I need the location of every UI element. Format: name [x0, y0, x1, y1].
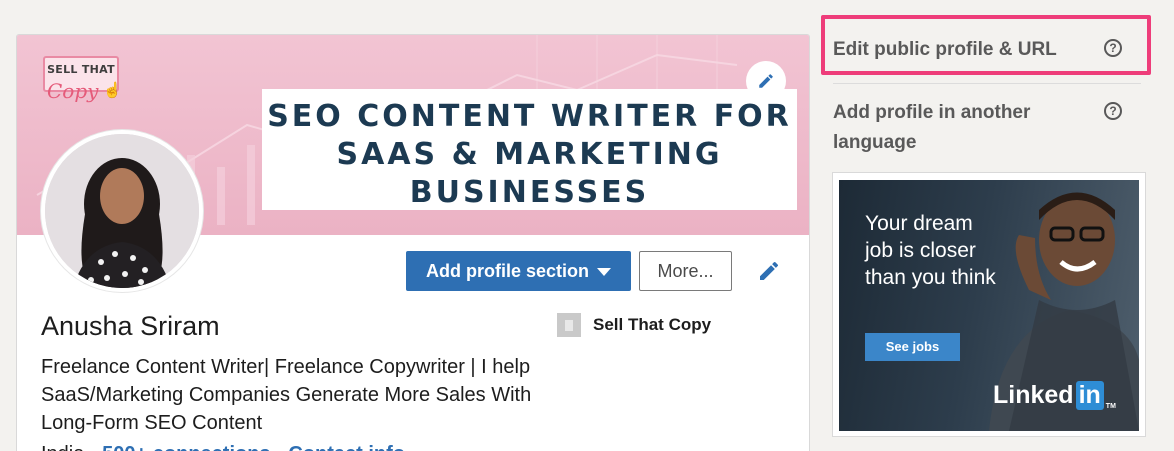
- edit-banner-button[interactable]: [746, 61, 786, 101]
- banner-headline-line: SAAS & MARKETING: [336, 137, 723, 172]
- caret-down-icon: [597, 268, 611, 276]
- contact-info-link[interactable]: Contact info: [288, 443, 405, 451]
- separator: ·: [271, 443, 289, 451]
- profile-location-line: India · 500+ connections · Contact info: [41, 443, 405, 451]
- logo-text: SELL THAT: [47, 63, 115, 76]
- question-circle-icon[interactable]: ?: [1104, 102, 1122, 120]
- more-button[interactable]: More...: [639, 251, 732, 291]
- rail-divider: [833, 83, 1141, 84]
- linkedin-logo-text: Linked: [993, 381, 1074, 409]
- ad-image: Your dream job is closer than you think …: [839, 180, 1139, 431]
- company-name: Sell That Copy: [593, 315, 712, 334]
- add-profile-section-label: Add profile section: [425, 260, 589, 281]
- linkedin-logo-box: in: [1075, 381, 1104, 410]
- connections-link[interactable]: 500+ connections: [102, 443, 270, 451]
- profile-name: Anusha Sriram: [41, 311, 220, 341]
- location-text: India ·: [41, 443, 102, 451]
- profile-headline: Freelance Content Writer| Freelance Copy…: [41, 356, 532, 434]
- banner-headline-line: BUSINESSES: [409, 175, 650, 210]
- ad-headline: Your dream job is closer than you think: [865, 212, 996, 289]
- profile-card: SELL THAT Copy ☝ SEO CONTENT WRITER FOR …: [16, 34, 810, 451]
- banner-headline-line: SEO CONTENT WRITER FOR: [267, 99, 792, 134]
- edit-intro-button[interactable]: [753, 255, 785, 287]
- pencil-icon: [760, 261, 779, 280]
- current-company[interactable]: Sell That Copy: [557, 313, 711, 337]
- see-jobs-button[interactable]: See jobs: [865, 333, 960, 361]
- edit-public-profile-link[interactable]: Edit public profile & URL: [833, 35, 1057, 65]
- add-language-profile-link[interactable]: Add profile in another: [833, 98, 1030, 128]
- pencil-icon: [759, 74, 773, 88]
- avatar[interactable]: [41, 130, 203, 292]
- linkedin-ad[interactable]: Your dream job is closer than you think …: [832, 172, 1146, 437]
- hand-pointer-icon: ☝: [103, 82, 122, 99]
- avatar-photo: [45, 134, 199, 288]
- add-profile-section-button[interactable]: Add profile section: [406, 251, 631, 291]
- trademark-mark: TM: [1105, 403, 1116, 410]
- add-language-profile-link-line2[interactable]: language: [833, 128, 916, 158]
- question-circle-icon[interactable]: ?: [1104, 39, 1122, 57]
- building-icon: [557, 313, 581, 337]
- linkedin-logo: Linked in TM: [993, 381, 1116, 410]
- logo-script-text: Copy: [47, 79, 99, 103]
- banner-headline-box: SEO CONTENT WRITER FOR SAAS & MARKETING …: [262, 89, 797, 210]
